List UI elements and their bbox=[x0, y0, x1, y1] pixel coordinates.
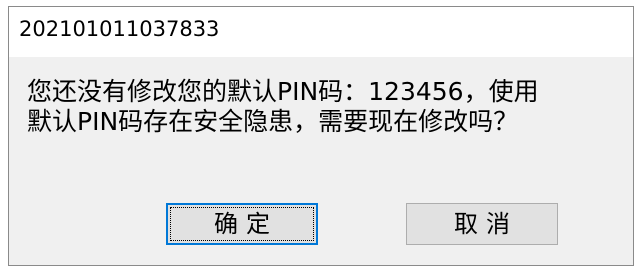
cancel-button-label: 取消 bbox=[454, 210, 518, 238]
message-dialog: 202101011037833 您还没有修改您的默认PIN码：123456，使用… bbox=[8, 6, 634, 266]
message-line-1: 您还没有修改您的默认PIN码：123456，使用 bbox=[27, 77, 539, 106]
message-line-2: 默认PIN码存在安全隐患，需要现在修改吗？ bbox=[27, 107, 519, 136]
dialog-message: 您还没有修改您的默认PIN码：123456，使用 默认PIN码存在安全隐患，需要… bbox=[27, 77, 627, 137]
dialog-titlebar[interactable]: 202101011037833 bbox=[9, 7, 633, 57]
ok-button[interactable]: 确定 bbox=[166, 203, 318, 245]
dialog-title: 202101011037833 bbox=[19, 17, 220, 41]
dialog-content: 您还没有修改您的默认PIN码：123456，使用 默认PIN码存在安全隐患，需要… bbox=[9, 57, 633, 265]
ok-button-label: 确定 bbox=[214, 210, 278, 238]
cancel-button[interactable]: 取消 bbox=[406, 203, 558, 245]
